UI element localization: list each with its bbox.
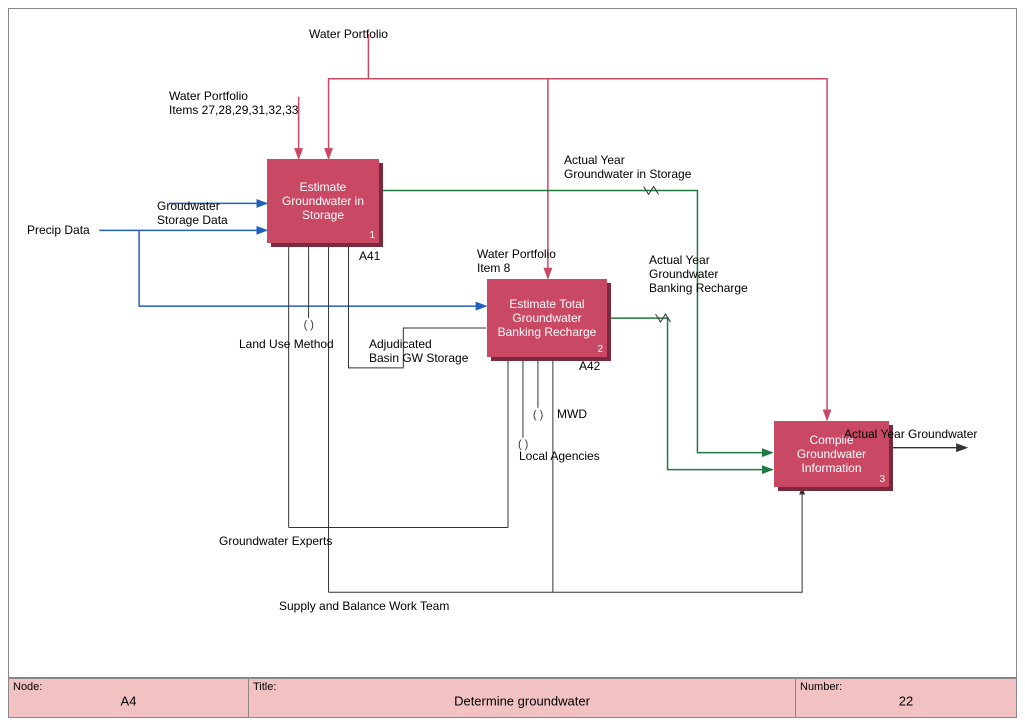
svg-text:( ): ( )	[533, 409, 543, 421]
footer-number-label: Number:	[800, 681, 842, 693]
label-gw-storage-data: Groudwater Storage Data	[157, 199, 228, 227]
label-supply-team: Supply and Balance Work Team	[279, 599, 449, 613]
label-mwd: MWD	[557, 407, 587, 421]
diagram-footer: Node: A4 Title: Determine groundwater Nu…	[8, 678, 1017, 718]
label-precip-data: Precip Data	[27, 223, 90, 237]
svg-text:( ): ( )	[304, 319, 314, 331]
label-groundwater-experts: Groundwater Experts	[219, 534, 332, 548]
box-number: 3	[879, 474, 885, 485]
label-actual-year-storage: Actual Year Groundwater in Storage	[564, 153, 691, 181]
box-title: Estimate Groundwater in Storage	[273, 180, 373, 222]
footer-title-value: Determine groundwater	[454, 694, 590, 709]
box-number: 1	[369, 230, 375, 241]
label-land-use-method: Land Use Method	[239, 337, 334, 351]
label-local-agencies: Local Agencies	[519, 449, 600, 463]
activity-box-estimate-storage: Estimate Groundwater in Storage 1	[267, 159, 379, 243]
box-code: A41	[359, 249, 380, 263]
activity-box-estimate-recharge: Estimate Total Groundwater Banking Recha…	[487, 279, 607, 357]
footer-node-label: Node:	[13, 681, 42, 693]
label-actual-year-banking: Actual Year Groundwater Banking Recharge	[649, 253, 748, 295]
label-water-portfolio: Water Portfolio	[309, 27, 388, 41]
label-water-portfolio-item8: Water Portfolio Item 8	[477, 247, 556, 275]
box-title: Estimate Total Groundwater Banking Recha…	[493, 297, 601, 339]
label-adjudicated-basin: Adjudicated Basin GW Storage	[369, 337, 468, 365]
footer-title-label: Title:	[253, 681, 276, 693]
idef0-diagram: ( ) ( ) ( ) Estimate Groundwater in Stor…	[0, 0, 1025, 726]
box-number: 2	[597, 344, 603, 355]
box-code: A42	[579, 359, 600, 373]
label-water-portfolio-items: Water Portfolio Items 27,28,29,31,32,33	[169, 89, 298, 117]
diagram-area: ( ) ( ) ( ) Estimate Groundwater in Stor…	[8, 8, 1017, 678]
footer-title-cell: Title: Determine groundwater	[249, 679, 796, 717]
footer-number-value: 22	[899, 694, 913, 709]
footer-number-cell: Number: 22	[796, 679, 1016, 717]
label-actual-year-gw-out: Actual Year Groundwater	[844, 427, 977, 441]
footer-node-cell: Node: A4	[9, 679, 249, 717]
footer-node-value: A4	[121, 694, 137, 709]
